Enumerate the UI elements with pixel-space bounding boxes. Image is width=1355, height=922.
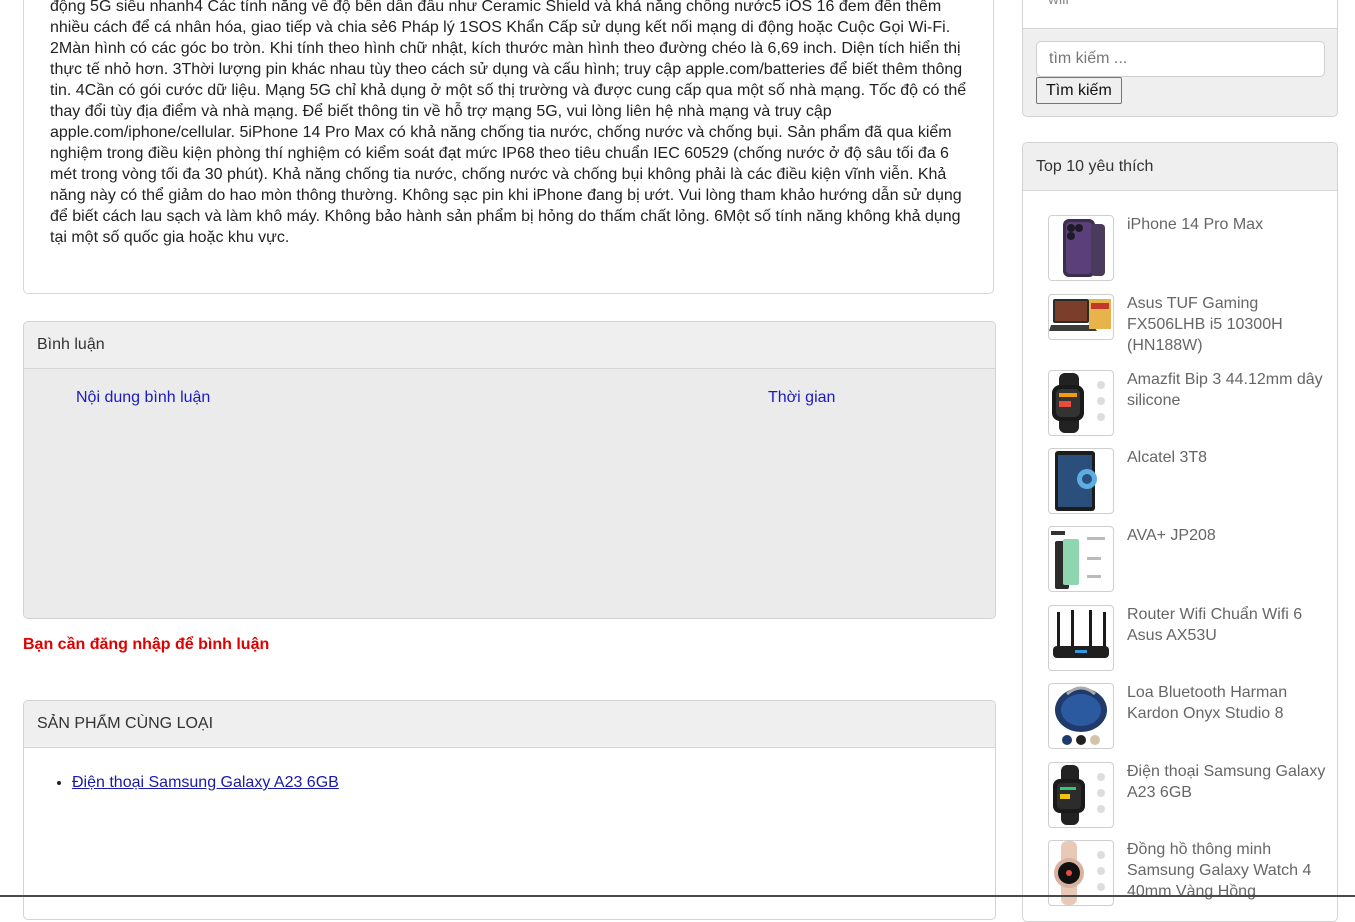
- list-item[interactable]: Router Wifi Chuẩn Wifi 6 Asus AX53U: [1048, 604, 1337, 675]
- product-name[interactable]: iPhone 14 Pro Max: [1127, 214, 1327, 235]
- login-required-message: Bạn cần đăng nhập để bình luận: [23, 636, 270, 653]
- list-item[interactable]: Amazfit Bip 3 44.12mm dây silicone: [1048, 369, 1337, 440]
- comment-time-column-header: Thời gian: [768, 389, 836, 406]
- product-name[interactable]: Điện thoại Samsung Galaxy A23 6GB: [1127, 761, 1327, 803]
- list-item[interactable]: Alcatel 3T8: [1048, 447, 1337, 518]
- list-item[interactable]: Asus TUF Gaming FX506LHB i5 10300H (HN18…: [1048, 293, 1337, 364]
- product-name[interactable]: Asus TUF Gaming FX506LHB i5 10300H (HN18…: [1127, 293, 1327, 356]
- related-products-panel: SẢN PHẨM CÙNG LOẠI Điện thoại Samsung Ga…: [23, 700, 996, 920]
- related-products-list: Điện thoại Samsung Galaxy A23 6GB: [24, 772, 995, 794]
- list-item[interactable]: Điện thoại Samsung Galaxy A23 6GB: [1048, 761, 1337, 832]
- product-name[interactable]: Đồng hồ thông minh Samsung Galaxy Watch …: [1127, 839, 1327, 902]
- product-description-text: động 5G siêu nhanh4 Các tính năng về độ …: [50, 0, 967, 246]
- search-panel: will Tìm kiếm: [1022, 0, 1338, 117]
- related-product-link[interactable]: Điện thoại Samsung Galaxy A23 6GB: [72, 774, 339, 791]
- comments-table: Nội dung bình luận Thời gian: [24, 369, 995, 618]
- top10-title: Top 10 yêu thích: [1023, 143, 1337, 191]
- product-name[interactable]: Amazfit Bip 3 44.12mm dây silicone: [1127, 369, 1327, 411]
- comment-content-column-header: Nội dung bình luận: [76, 389, 211, 406]
- search-panel-header: will: [1023, 0, 1337, 29]
- list-item: Điện thoại Samsung Galaxy A23 6GB: [72, 772, 995, 794]
- list-item[interactable]: Loa Bluetooth Harman Kardon Onyx Studio …: [1048, 682, 1337, 753]
- search-input[interactable]: [1036, 41, 1325, 77]
- list-item[interactable]: iPhone 14 Pro Max: [1048, 214, 1337, 285]
- comments-title: Bình luận: [24, 322, 995, 369]
- laptop-thumbnail[interactable]: [1048, 294, 1114, 340]
- top10-favorites-panel: Top 10 yêu thích iPhone 14 Pro Max Asus …: [1022, 142, 1338, 922]
- product-name[interactable]: Loa Bluetooth Harman Kardon Onyx Studio …: [1127, 682, 1327, 724]
- comments-panel: Bình luận Nội dung bình luận Thời gian: [23, 321, 996, 619]
- list-item[interactable]: Đồng hồ thông minh Samsung Galaxy Watch …: [1048, 839, 1337, 910]
- smartwatch-thumbnail[interactable]: [1048, 370, 1114, 436]
- powerbank-thumbnail[interactable]: [1048, 526, 1114, 592]
- product-name[interactable]: AVA+ JP208: [1127, 525, 1327, 546]
- product-name[interactable]: Alcatel 3T8: [1127, 447, 1327, 468]
- iphone-thumbnail[interactable]: [1048, 215, 1114, 281]
- smartwatch-thumbnail[interactable]: [1048, 762, 1114, 828]
- speaker-thumbnail[interactable]: [1048, 683, 1114, 749]
- product-name[interactable]: Router Wifi Chuẩn Wifi 6 Asus AX53U: [1127, 604, 1327, 646]
- router-thumbnail[interactable]: [1048, 605, 1114, 671]
- search-panel-partial-text: will: [1048, 0, 1069, 8]
- product-description-panel: động 5G siêu nhanh4 Các tính năng về độ …: [23, 0, 994, 294]
- search-button[interactable]: Tìm kiếm: [1036, 77, 1122, 104]
- related-products-title: SẢN PHẨM CÙNG LOẠI: [24, 701, 995, 748]
- tablet-thumbnail[interactable]: [1048, 448, 1114, 514]
- list-item[interactable]: AVA+ JP208: [1048, 525, 1337, 596]
